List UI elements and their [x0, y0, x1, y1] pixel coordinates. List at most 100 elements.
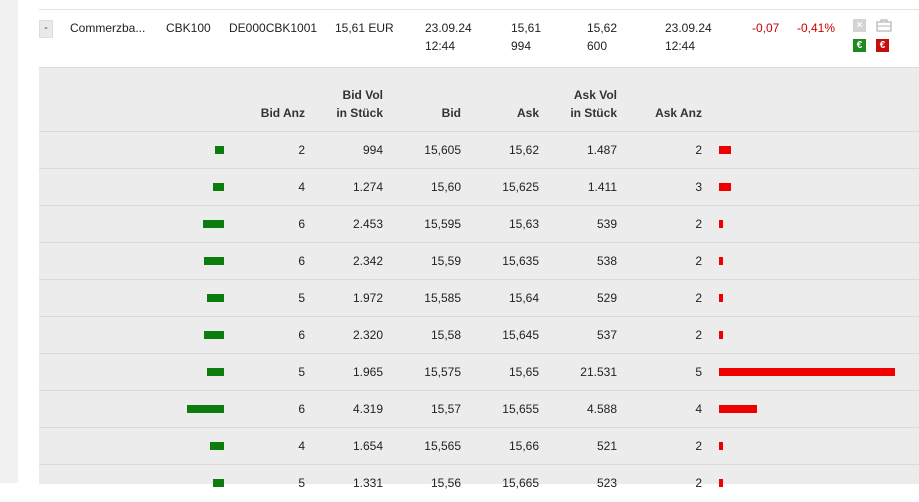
- last-date: 23.09.24: [425, 21, 472, 35]
- order-book-row: 5 1.965 15,575 15,65 21.531 5: [39, 353, 919, 391]
- ask-price-cell: 15,625: [502, 180, 539, 194]
- bid-count-cell: 4: [298, 180, 305, 194]
- bid-count-cell: 5: [298, 365, 305, 379]
- bid-volume-cell: 1.274: [352, 180, 383, 194]
- ask-price: 15,62: [587, 21, 618, 35]
- order-book-row: 6 2.453 15,595 15,63 539 2: [39, 205, 919, 243]
- ask-volume-cell: 21.531: [580, 365, 617, 379]
- bid-price-cell: 15,585: [424, 291, 461, 305]
- ask-count-cell: 2: [695, 291, 702, 305]
- ask-price-cell: 15,63: [508, 217, 539, 231]
- ask-volume-cell: 529: [596, 291, 617, 305]
- ask-volume-cell: 1.411: [587, 180, 617, 194]
- last-time: 12:44: [425, 39, 456, 53]
- order-book-row: 4 1.654 15,565 15,66 521 2: [39, 427, 919, 465]
- last-timestamp: 23.09.24 12:44: [425, 19, 472, 55]
- bid-count-cell: 6: [298, 328, 305, 342]
- order-book-row: 5 1.972 15,585 15,64 529 2: [39, 279, 919, 317]
- bid-volume-cell: 1.654: [352, 439, 383, 453]
- bid-volume-bar: [187, 405, 224, 413]
- bid-price-cell: 15,57: [430, 402, 461, 416]
- ask-price-cell: 15,635: [502, 254, 539, 268]
- order-book-row: 5 1.331 15,56 15,665 523 2: [39, 464, 919, 502]
- change-percent: -0,41%: [797, 21, 836, 35]
- bid-count-cell: 5: [298, 476, 305, 490]
- bid-price: 15,61: [511, 21, 542, 35]
- ask-volume-cell: 521: [596, 439, 617, 453]
- bid-count-cell: 6: [298, 254, 305, 268]
- buy-euro-icon[interactable]: €: [853, 39, 866, 52]
- ask-count-cell: 3: [695, 180, 702, 194]
- ask-volume-bar: [719, 368, 895, 376]
- bid-volume-cell: 2.342: [352, 254, 383, 268]
- ask-volume-cell: 523: [596, 476, 617, 490]
- bid-count-cell: 2: [298, 143, 305, 157]
- ask-volume-bar: [719, 220, 723, 228]
- order-book-row: 4 1.274 15,60 15,625 1.411 3: [39, 168, 919, 206]
- bid-volume-cell: 1.965: [352, 365, 383, 379]
- bid-price-cell: 15,605: [424, 143, 461, 157]
- ask-count-cell: 5: [695, 365, 702, 379]
- header-ask-volume: Ask Vol in Stück: [547, 86, 617, 122]
- close-icon[interactable]: ×: [853, 19, 866, 32]
- bid-price-cell: 15,565: [424, 439, 461, 453]
- bid-quote: 15,61 994: [511, 19, 541, 55]
- change-absolute: -0,07: [752, 21, 780, 35]
- bid-price-cell: 15,58: [430, 328, 461, 342]
- bid-price-cell: 15,59: [430, 254, 461, 268]
- bid-count-cell: 6: [298, 402, 305, 416]
- header-ask-volume-line2: in Stück: [570, 106, 617, 120]
- collapse-toggle-button[interactable]: -: [39, 20, 53, 38]
- bid-volume-cell: 994: [362, 143, 383, 157]
- order-book-row: 6 2.342 15,59 15,635 538 2: [39, 242, 919, 280]
- ask-count-cell: 2: [695, 254, 702, 268]
- ask-volume-bar: [719, 479, 723, 487]
- instrument-name[interactable]: Commerzba...: [70, 19, 145, 37]
- header-ask: Ask: [516, 106, 539, 120]
- last-price: 15,61 EUR: [335, 21, 394, 35]
- ask-volume-cell: 539: [596, 217, 617, 231]
- ask-price-cell: 15,65: [508, 365, 539, 379]
- bid-volume-bar: [204, 331, 224, 339]
- ask-count-cell: 4: [695, 402, 702, 416]
- ask-price-cell: 15,66: [508, 439, 539, 453]
- bid-volume-bar: [210, 442, 224, 450]
- header-ask-count: Ask Anz: [655, 106, 702, 120]
- bid-price-cell: 15,60: [430, 180, 461, 194]
- order-book: Bid Anz Bid Vol in Stück Bid Ask Ask Vol…: [39, 67, 919, 490]
- ask-count-cell: 2: [695, 217, 702, 231]
- order-book-row: 2 994 15,605 15,62 1.487 2: [39, 131, 919, 169]
- quote-timestamp: 23.09.24 12:44: [665, 19, 712, 55]
- sell-euro-icon[interactable]: €: [876, 39, 889, 52]
- ask-count-cell: 2: [695, 476, 702, 490]
- bid-volume-bar: [204, 257, 224, 265]
- bid-volume-cell: 1.972: [352, 291, 383, 305]
- ask-volume-bar: [719, 442, 723, 450]
- bid-volume-cell: 2.453: [352, 217, 383, 231]
- bid-price-cell: 15,56: [430, 476, 461, 490]
- header-bid-volume-line1: Bid Vol: [342, 88, 383, 102]
- bid-volume-bar: [215, 146, 224, 154]
- ask-volume-cell: 538: [596, 254, 617, 268]
- quote-date: 23.09.24: [665, 21, 712, 35]
- ask-volume-bar: [719, 405, 757, 413]
- ask-volume-bar: [719, 183, 731, 191]
- bid-count-cell: 5: [298, 291, 305, 305]
- ask-volume-bar: [719, 294, 723, 302]
- ask-volume-cell: 1.487: [586, 143, 617, 157]
- instrument-symbol: CBK100: [166, 21, 211, 35]
- ask-volume: 600: [587, 39, 608, 53]
- bid-count-cell: 6: [298, 217, 305, 231]
- bid-volume-bar: [203, 220, 224, 228]
- bid-count-cell: 4: [298, 439, 305, 453]
- ask-count-cell: 2: [695, 143, 702, 157]
- ask-price-cell: 15,665: [502, 476, 539, 490]
- bid-volume-bar: [207, 368, 224, 376]
- bid-price-cell: 15,595: [424, 217, 461, 231]
- bid-volume-bar: [213, 183, 224, 191]
- quote-time: 12:44: [665, 39, 696, 53]
- order-book-row: 6 4.319 15,57 15,655 4.588 4: [39, 390, 919, 428]
- portfolio-icon[interactable]: [876, 18, 892, 32]
- ask-volume-bar: [719, 331, 723, 339]
- left-gutter: [0, 0, 18, 483]
